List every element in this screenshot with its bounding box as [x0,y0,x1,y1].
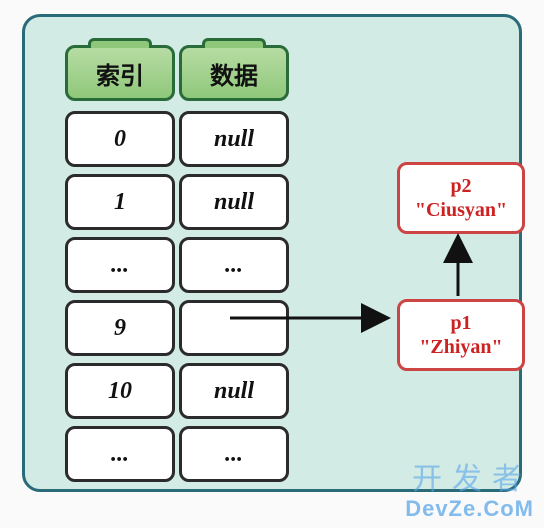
cell-value: null [179,363,289,419]
node-p1-label: p1 [450,311,471,335]
table-row: 10 null [65,363,289,419]
node-p2-value: "Ciusyan" [415,198,507,222]
table-row: ... ... [65,237,289,293]
cell-value: null [179,174,289,230]
cell-value: null [179,111,289,167]
header-tab [202,38,266,48]
cell-value: ... [179,426,289,482]
node-p1: p1 "Zhiyan" [397,299,525,371]
cell-value: ... [179,237,289,293]
header-data: 数据 [179,45,289,101]
hash-table: 索引 数据 0 null 1 null ... ... 9 [65,45,289,482]
table-row: 9 [65,300,289,356]
table-row: ... ... [65,426,289,482]
header-index-label: 索引 [96,56,144,91]
header-tab [88,38,152,48]
node-p2: p2 "Ciusyan" [397,162,525,234]
diagram-container: 索引 数据 0 null 1 null ... ... 9 [22,14,522,492]
node-p1-value: "Zhiyan" [419,335,502,359]
cell-index: ... [65,426,175,482]
node-p2-label: p2 [450,174,471,198]
cell-index: ... [65,237,175,293]
header-data-label: 数据 [210,56,258,91]
watermark-cn: 开发者 [412,454,532,498]
cell-index: 1 [65,174,175,230]
cell-index: 9 [65,300,175,356]
header-index: 索引 [65,45,175,101]
table-row: 0 null [65,111,289,167]
table-row: 1 null [65,174,289,230]
table-body: 0 null 1 null ... ... 9 10 null ... ... [65,111,289,482]
cell-index: 10 [65,363,175,419]
watermark-en: DevZe.CoM [405,496,534,522]
cell-index: 0 [65,111,175,167]
table-header-row: 索引 数据 [65,45,289,101]
cell-value [179,300,289,356]
